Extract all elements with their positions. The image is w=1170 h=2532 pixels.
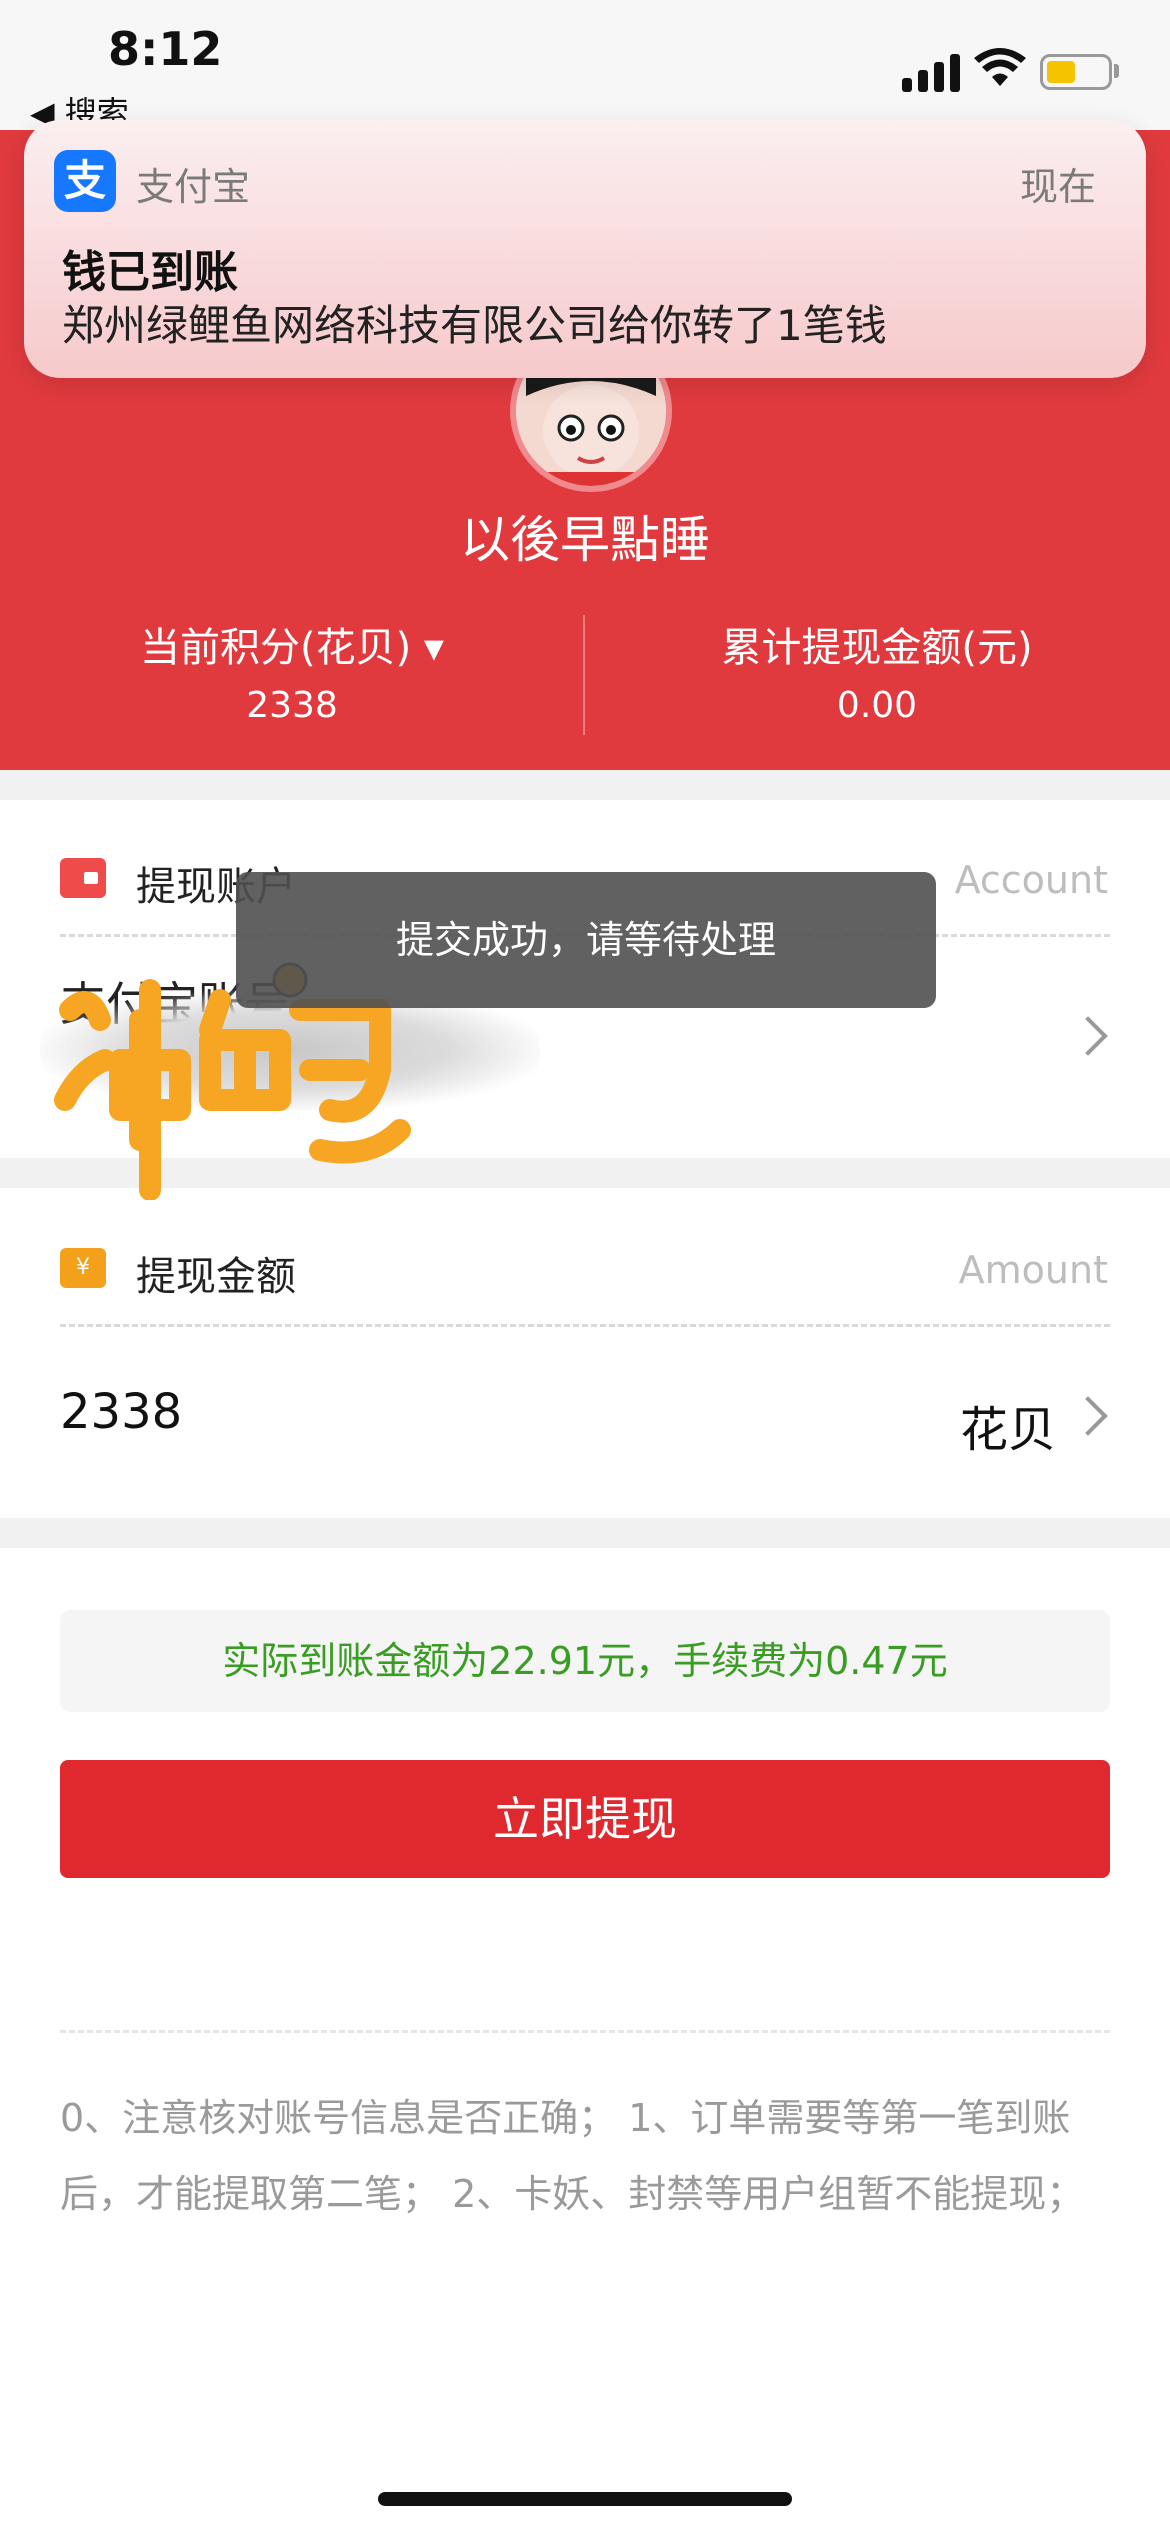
amount-input[interactable]: 2338 [60, 1384, 182, 1440]
money-icon: ¥ [60, 1248, 106, 1288]
total-withdrawn-label: 累计提现金额(元) [721, 625, 1033, 671]
battery-icon [1040, 54, 1112, 90]
chevron-right-icon[interactable] [1068, 1016, 1108, 1056]
status-time: 8:12 [108, 22, 223, 76]
amount-unit-selector[interactable]: 花贝 [960, 1390, 1056, 1460]
notification-app-name: 支付宝 [136, 165, 251, 209]
account-section-subtitle: Account [954, 858, 1108, 902]
notification-body: 郑州绿鲤鱼网络科技有限公司给你转了1笔钱 [62, 301, 887, 350]
toast-message: 提交成功，请等待处理 [236, 872, 936, 1008]
chevron-right-icon[interactable] [1068, 1396, 1108, 1436]
withdraw-now-button[interactable]: 立即提现 [60, 1760, 1110, 1878]
total-withdrawn-value: 0.00 [836, 685, 918, 726]
amount-section-title: 提现金额 [136, 1254, 296, 1300]
divider [60, 1324, 1110, 1327]
alipay-app-icon: 支 [54, 150, 116, 212]
home-indicator[interactable] [378, 2492, 792, 2506]
withdraw-notes: 0、注意核对账号信息是否正确； 1、订单需要等第一笔到账后，才能提取第二笔； 2… [60, 2096, 1085, 2216]
wallet-icon [60, 858, 106, 898]
section-separator [0, 1518, 1170, 1548]
notification-title: 钱已到账 [62, 247, 238, 298]
actual-amount-info: 实际到账金额为22.91元，手续费为0.47元 [60, 1610, 1110, 1712]
username: 以後早點睡 [460, 511, 710, 569]
divider [60, 2030, 1110, 2033]
section-separator [0, 770, 1170, 800]
current-points-label[interactable]: 当前积分(花贝) ▾ [0, 615, 584, 673]
amount-section-subtitle: Amount [958, 1248, 1108, 1292]
cellular-signal-icon [902, 52, 960, 92]
notification-time: 现在 [1020, 165, 1097, 209]
current-points-value: 2338 [246, 685, 338, 726]
wifi-icon [974, 48, 1026, 86]
battery-cap [1114, 64, 1119, 78]
